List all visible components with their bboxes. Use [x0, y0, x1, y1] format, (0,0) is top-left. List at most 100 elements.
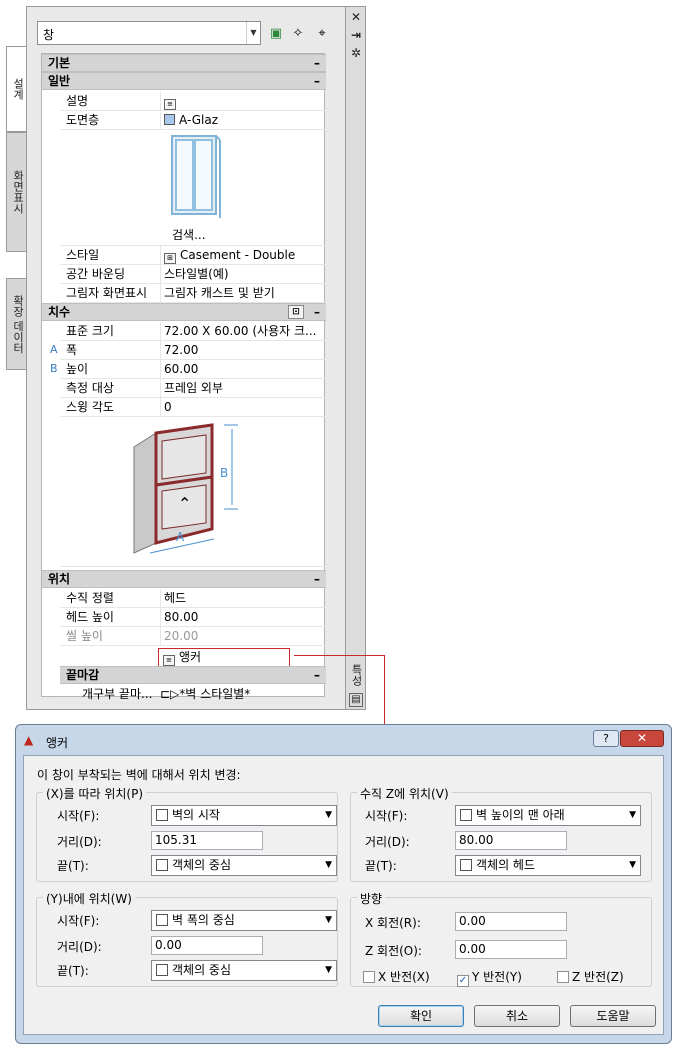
dimension-tag-b: B	[50, 362, 58, 375]
object-center-icon	[156, 964, 168, 976]
vertical-end-select[interactable]: 객체의 헤드 ▼	[455, 855, 641, 876]
chevron-down-icon[interactable]: ▼	[325, 911, 332, 930]
along-end-select[interactable]: 객체의 중심 ▼	[151, 855, 337, 876]
dimension-tag-a: A	[50, 343, 58, 356]
property-row-head-height[interactable]: 헤드 높이 80.00	[60, 608, 326, 627]
along-start-select[interactable]: 벽의 시작 ▼	[151, 805, 337, 826]
callout-leader	[384, 655, 385, 725]
properties-icon[interactable]: ▤	[349, 693, 363, 707]
checkmark-icon[interactable]: ✓	[457, 975, 469, 987]
group-orientation: 방향 X 회전(R): 0.00 Z 회전(O): 0.00 X 반전(X) ✓…	[350, 890, 652, 987]
tab-design[interactable]: 설계	[6, 46, 28, 132]
dialog-title: 앵커	[46, 736, 69, 750]
object-center-icon	[156, 859, 168, 871]
layer-color-icon	[164, 114, 175, 125]
gear-icon[interactable]: ✲	[348, 45, 364, 61]
collapse-icon[interactable]: –	[314, 571, 320, 587]
anchor-icon: ≡	[163, 655, 175, 666]
style-icon: ⊞	[164, 253, 176, 264]
group-along-x: (X)를 따라 위치(P) 시작(F): 벽의 시작 ▼ 거리(D): 105.3…	[36, 785, 338, 882]
cancel-button[interactable]: 취소	[474, 1005, 560, 1027]
property-row-description[interactable]: 설명 ≡	[60, 92, 326, 111]
collapse-icon[interactable]: –	[314, 304, 320, 320]
wall-bottom-icon	[460, 809, 472, 821]
dialog-body: 이 창이 부착되는 벽에 대해서 위치 변경: (X)를 따라 위치(P) 시작…	[23, 755, 664, 1035]
tab-extended-data[interactable]: 확장 데이터	[6, 278, 28, 370]
x-flip-checkbox[interactable]: X 반전(X)	[363, 968, 430, 985]
z-flip-checkbox[interactable]: Z 반전(Z)	[557, 968, 624, 985]
window-dimension-image: ⌃ B A	[133, 423, 238, 554]
z-rotation-input[interactable]: 0.00	[455, 940, 567, 959]
quick-select-icon[interactable]: ▣	[267, 25, 285, 43]
collapse-icon[interactable]: –	[314, 73, 320, 89]
callout-leader	[294, 655, 385, 656]
within-start-select[interactable]: 벽 폭의 중심 ▼	[151, 910, 337, 931]
collapse-icon[interactable]: –	[314, 667, 320, 683]
object-type-combo[interactable]: 창 ▼	[37, 21, 261, 45]
svg-text:⌃: ⌃	[178, 494, 191, 513]
wall-width-center-icon	[156, 914, 168, 926]
properties-palette: 설계 화면표시 확장 데이터 창 ▼ ▣ ✧ ⌖ 기본 – 일반 – 설명 ≡ 도면…	[6, 6, 366, 710]
close-button[interactable]: ✕	[620, 730, 664, 747]
dimension-settings-icon[interactable]: ⊡	[288, 305, 304, 319]
anchor-dialog: ▲ 앵커 ? ✕ 이 창이 부착되는 벽에 대해서 위치 변경: (X)를 따라…	[15, 724, 672, 1044]
help-button[interactable]: 도움말	[570, 1005, 656, 1027]
within-end-select[interactable]: 객체의 중심 ▼	[151, 960, 337, 981]
chevron-down-icon[interactable]: ▼	[325, 961, 332, 980]
group-within-y: (Y)내에 위치(W) 시작(F): 벽 폭의 중심 ▼ 거리(D): 0.00 …	[36, 890, 338, 987]
category-dimensions[interactable]: 치수 ⊡ –	[42, 303, 326, 321]
chevron-down-icon[interactable]: ▼	[629, 806, 636, 825]
diagram-label-b: B	[220, 466, 228, 480]
help-icon[interactable]: ?	[593, 730, 619, 747]
property-row-style[interactable]: 스타일 ⊞ Casement - Double	[60, 246, 326, 265]
tab-display[interactable]: 화면표시	[6, 132, 28, 252]
category-general[interactable]: 일반 –	[42, 72, 326, 90]
along-distance-input[interactable]: 105.31	[151, 831, 263, 850]
within-distance-input[interactable]: 0.00	[151, 936, 263, 955]
ok-button[interactable]: 확인	[378, 1005, 464, 1027]
chevron-down-icon[interactable]: ▼	[325, 806, 332, 825]
chevron-down-icon[interactable]: ▼	[629, 856, 636, 875]
palette-title-bar: ✕ ⇥ ✲ 특성 ▤	[346, 6, 366, 710]
property-row-height[interactable]: 높이 60.00	[60, 360, 326, 379]
property-row-vertical-alignment[interactable]: 수직 정렬 헤드	[60, 589, 326, 608]
browse-label[interactable]: 검색...	[172, 226, 206, 243]
description-icon[interactable]: ≡	[164, 99, 176, 110]
diagram-label-a: A	[176, 530, 185, 544]
palette-tabs: 설계 화면표시 확장 데이터	[6, 6, 28, 710]
close-icon[interactable]: ✕	[348, 9, 364, 25]
property-row-opening-finish[interactable]: 개구부 끝마... ⊏▷*벽 스타일별*	[60, 685, 326, 704]
property-row-shadow-display[interactable]: 그림자 화면표시 그림자 캐스트 및 받기	[60, 284, 326, 303]
toggle-pickadd-icon[interactable]: ⌖	[313, 25, 331, 43]
property-grid: 기본 – 일반 – 설명 ≡ 도면층 A-Glaz 검색... 스타일 ⊞ Ca…	[41, 53, 326, 704]
property-row-swing-angle[interactable]: 스윙 각도 0	[60, 398, 326, 417]
group-vertical-z: 수직 Z에 위치(V) 시작(F): 벽 높이의 맨 아래 ▼ 거리(D): 80…	[350, 785, 652, 882]
property-row-width[interactable]: 폭 72.00	[60, 341, 326, 360]
category-basic[interactable]: 기본 –	[42, 54, 326, 72]
y-flip-checkbox[interactable]: ✓ Y 반전(Y)	[457, 968, 522, 987]
select-objects-icon[interactable]: ✧	[289, 25, 307, 43]
dimension-diagram: ⌃ B A	[60, 417, 326, 567]
property-row-measure-to[interactable]: 측정 대상 프레임 외부	[60, 379, 326, 398]
object-head-icon	[460, 859, 472, 871]
chevron-down-icon[interactable]: ▼	[325, 856, 332, 875]
property-row-layer[interactable]: 도면층 A-Glaz	[60, 111, 326, 130]
vertical-distance-input[interactable]: 80.00	[455, 831, 567, 850]
category-finish[interactable]: 끝마감 –	[60, 666, 326, 684]
vertical-start-select[interactable]: 벽 높이의 맨 아래 ▼	[455, 805, 641, 826]
property-row-standard-size[interactable]: 표준 크기 72.00 X 60.00 (사용자 크...	[60, 322, 326, 341]
chevron-down-icon[interactable]: ▼	[246, 22, 260, 44]
collapse-icon[interactable]: –	[314, 55, 320, 71]
auto-hide-icon[interactable]: ⇥	[348, 27, 364, 43]
anchor-property[interactable]: ≡ 앵커	[158, 648, 290, 667]
category-location[interactable]: 위치 –	[42, 570, 326, 588]
dialog-description: 이 창이 부착되는 벽에 대해서 위치 변경:	[37, 768, 241, 782]
palette-title: 특성	[350, 664, 363, 686]
finish-icon: ⊏▷	[160, 687, 180, 701]
palette-frame: 창 ▼ ▣ ✧ ⌖ 기본 – 일반 – 설명 ≡ 도면층 A-Glaz 검색..…	[26, 6, 346, 710]
x-rotation-input[interactable]: 0.00	[455, 912, 567, 931]
wall-start-icon	[156, 809, 168, 821]
style-preview[interactable]: 검색...	[60, 130, 326, 246]
property-row-sill-height[interactable]: 씰 높이 20.00	[60, 627, 326, 646]
property-row-bound-spaces[interactable]: 공간 바운딩 스타일별(예)	[60, 265, 326, 284]
